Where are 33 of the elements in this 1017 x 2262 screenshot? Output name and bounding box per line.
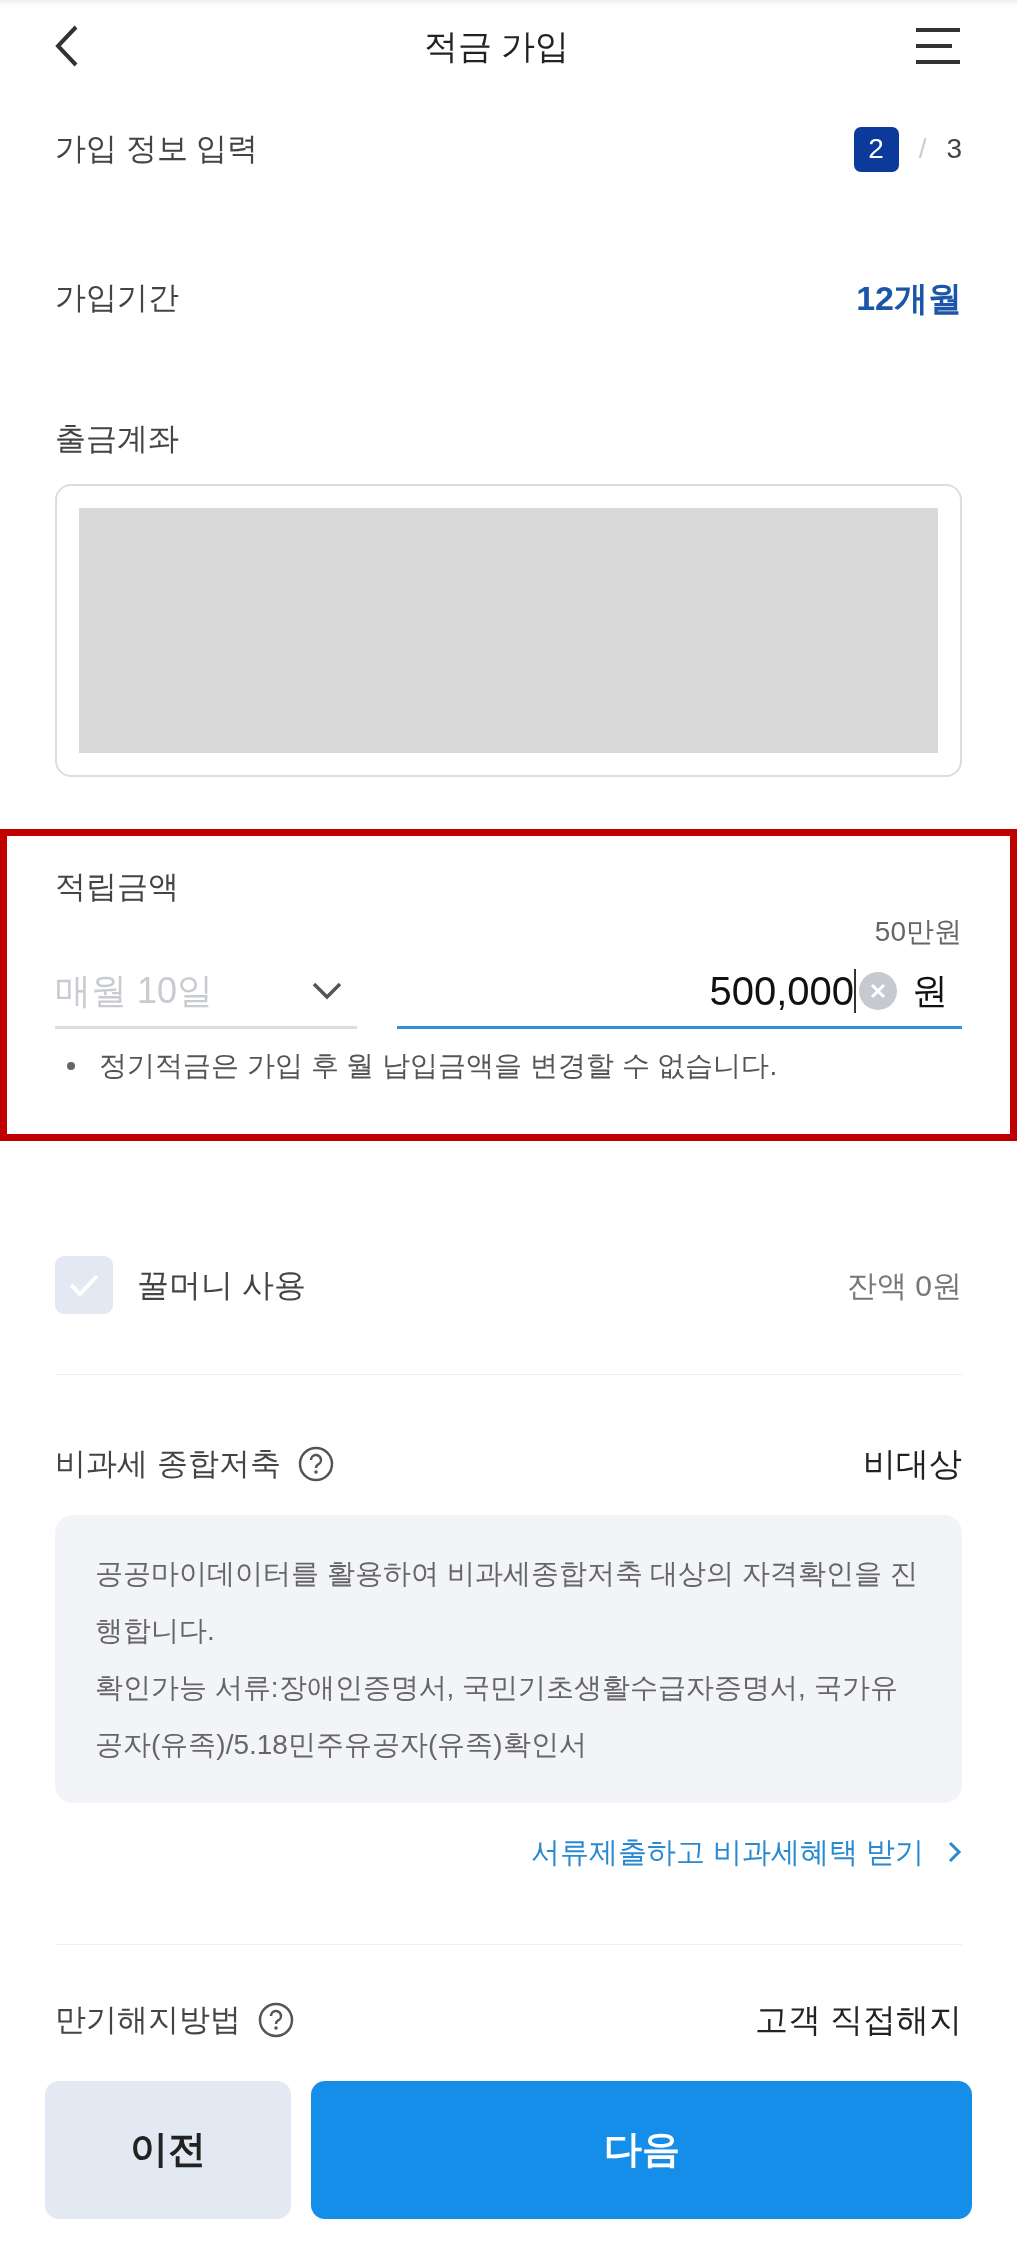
next-button[interactable]: 다음 — [311, 2080, 972, 2219]
step-separator: / — [918, 132, 927, 167]
check-icon — [68, 1273, 100, 1297]
field-label: 비과세 종합저축 — [55, 1444, 281, 1483]
currency-unit: 원 — [912, 969, 948, 1013]
maturity-method: 고객 직접해지 — [754, 2000, 962, 2040]
balance-text: 잔액 0원 — [846, 1267, 962, 1304]
menu-icon[interactable] — [914, 27, 962, 65]
chevron-down-icon — [311, 981, 343, 1001]
page-title: 적금 가입 — [423, 25, 570, 67]
previous-button[interactable]: 이전 — [45, 2080, 291, 2219]
field-label: 가입기간 — [55, 278, 179, 317]
field-label: 만기해지방법 — [55, 2000, 241, 2039]
notice-text: 정기적금은 가입 후 월 납입금액을 변경할 수 없습니다. — [99, 1048, 778, 1083]
amount-hint: 50만원 — [874, 914, 962, 949]
checkbox-label: 꿀머니 사용 — [137, 1266, 306, 1305]
field-label: 적립금액 — [55, 868, 179, 906]
back-icon[interactable] — [55, 25, 79, 67]
chevron-right-icon — [948, 1841, 962, 1864]
help-icon[interactable] — [257, 2000, 295, 2039]
field-label: 출금계좌 — [54, 419, 180, 458]
current-step: 2 — [853, 126, 899, 172]
info-text: 확인가능 서류:장애인증명서, 국민기초생활수급자증명서, 국가유공자(유족)/5.18민주유공자(유족)확인서 — [95, 1670, 899, 1762]
tax-status: 비대상 — [863, 1444, 962, 1484]
amount-field[interactable]: 500,000 원 — [397, 956, 962, 1029]
checkbox[interactable] — [55, 1256, 113, 1314]
total-steps: 3 — [946, 128, 962, 171]
bullet-icon — [67, 1061, 75, 1070]
section-title: 가입 정보 입력 — [55, 130, 259, 168]
period-value: 12개월 — [856, 277, 962, 319]
help-icon[interactable] — [296, 1444, 335, 1483]
info-text: 공공마이데이터를 활용하여 비과세종합저축 대상의 자격확인을 진행합니다. — [95, 1556, 919, 1648]
submit-documents-link[interactable]: 서류제출하고 비과세혜택 받기 — [530, 1830, 962, 1874]
